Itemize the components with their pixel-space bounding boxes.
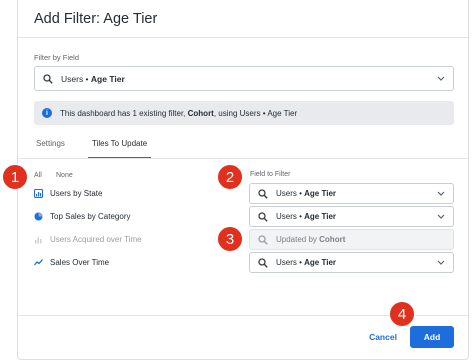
select-all-link[interactable]: All [34, 172, 42, 179]
search-icon [43, 73, 53, 84]
tab-tiles-to-update[interactable]: Tiles To Update [87, 137, 152, 159]
column-chart-icon [35, 236, 42, 243]
tile-row[interactable]: Sales Over Time [34, 255, 109, 269]
info-icon: i [42, 108, 52, 118]
select-none-link[interactable]: None [56, 172, 73, 179]
chevron-down-icon [437, 191, 445, 196]
filter-field-select[interactable]: Users • Age Tier [34, 66, 454, 91]
tile-label: Top Sales by Category [50, 211, 131, 221]
chevron-down-icon [437, 76, 445, 81]
filter-field-value: Users • Age Tier [61, 73, 125, 84]
tab-settings[interactable]: Settings [36, 137, 65, 159]
info-text: This dashboard has 1 existing filter, Co… [60, 108, 298, 118]
annotation-marker-3: 3 [217, 226, 243, 252]
tile-row[interactable]: Users by State [34, 186, 102, 200]
info-banner: i This dashboard has 1 existing filter, … [34, 101, 454, 125]
line-chart-icon [34, 258, 43, 265]
chevron-down-icon [437, 260, 445, 265]
field-to-filter-header: Field to Filter [250, 171, 291, 178]
annotation-marker-4: 4 [389, 301, 415, 327]
annotation-marker-2: 2 [217, 164, 243, 190]
search-icon [258, 234, 268, 245]
chevron-down-icon [437, 214, 445, 219]
filter-by-field-label: Filter by Field [34, 53, 80, 62]
add-button[interactable]: Add [410, 326, 454, 348]
tile-field-select[interactable]: Users • Age Tier [249, 183, 454, 204]
annotation-marker-1: 1 [2, 164, 28, 190]
pie-chart-icon [34, 212, 43, 220]
tile-field-select[interactable]: Users • Age Tier [249, 206, 454, 227]
tabs-divider [18, 158, 468, 159]
tile-label: Users by State [50, 188, 103, 198]
tile-field-select-disabled: Updated by Cohort [249, 229, 454, 250]
dialog-title: Add Filter: Age Tier [34, 11, 158, 27]
title-divider [18, 37, 468, 38]
tile-row[interactable]: Users Acquired over Time [34, 232, 142, 246]
bar-chart-icon [34, 188, 43, 198]
cancel-button[interactable]: Cancel [363, 326, 403, 348]
search-icon [258, 211, 268, 222]
search-icon [258, 257, 268, 268]
tile-label: Sales Over Time [50, 257, 110, 267]
tile-row[interactable]: Top Sales by Category [34, 209, 131, 223]
search-icon [258, 188, 268, 199]
tile-label: Users Acquired over Time [50, 234, 142, 244]
tile-field-select[interactable]: Users • Age Tier [249, 252, 454, 273]
